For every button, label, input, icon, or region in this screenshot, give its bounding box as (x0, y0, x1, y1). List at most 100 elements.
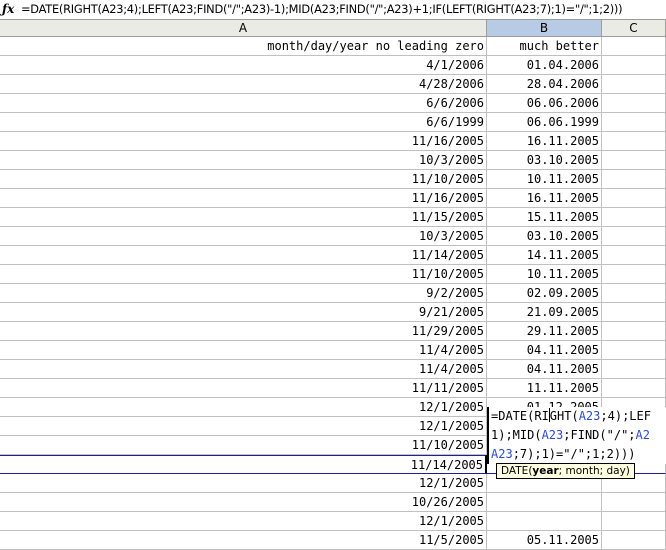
edit-text: ;4);LEF (600, 409, 651, 423)
cell-b[interactable]: 03.10.2005 (487, 227, 602, 246)
cell-a[interactable]: 11/29/2005 (0, 322, 487, 341)
cell-b[interactable] (487, 512, 602, 531)
cell-b[interactable]: 29.11.2005 (487, 322, 602, 341)
cell-c[interactable] (602, 322, 666, 341)
cell-c[interactable] (602, 246, 666, 265)
cell-a[interactable]: 11/4/2005 (0, 360, 487, 379)
cell-c[interactable] (602, 284, 666, 303)
cell-c[interactable] (602, 531, 666, 550)
cell-b[interactable]: 06.06.1999 (487, 113, 602, 132)
cell-c[interactable] (602, 170, 666, 189)
cell-a[interactable]: 11/11/2005 (0, 379, 487, 398)
cell-c[interactable] (602, 189, 666, 208)
cell-a[interactable]: 10/3/2005 (0, 151, 487, 170)
cell-a[interactable]: 11/5/2005 (0, 531, 487, 550)
edit-text: GHT( (549, 409, 579, 423)
cell-c[interactable] (602, 75, 666, 94)
cell-b[interactable]: 04.11.2005 (487, 341, 602, 360)
cell-b[interactable]: 05.11.2005 (487, 531, 602, 550)
cell-a[interactable]: 9/2/2005 (0, 284, 487, 303)
cell-a[interactable]: 10/3/2005 (0, 227, 487, 246)
cell-a[interactable]: 9/21/2005 (0, 303, 487, 322)
cell-c[interactable] (602, 208, 666, 227)
table-row: 9/2/2005 02.09.2005 (0, 284, 666, 303)
table-row: 11/16/2005 16.11.2005 (0, 189, 666, 208)
table-row: 6/6/1999 06.06.1999 (0, 113, 666, 132)
cell-c[interactable] (602, 303, 666, 322)
table-row: 11/4/2005 04.11.2005 (0, 360, 666, 379)
function-wizard-icon[interactable]: ƒx (2, 2, 16, 17)
table-row: month/day/year no leading zero much bette… (0, 37, 666, 56)
table-row: 11/14/2005 14.11.2005 (0, 246, 666, 265)
table-row: 4/1/2006 01.04.2006 (0, 56, 666, 75)
edit-line-2: 1);MID(A23;FIND("/";A2 (491, 426, 666, 445)
table-row: 4/28/2006 28.04.2006 (0, 75, 666, 94)
cell-c[interactable] (602, 379, 666, 398)
cell-a[interactable]: 12/1/2005 (0, 398, 487, 417)
cell-c[interactable] (602, 512, 666, 531)
edit-text: 1);MID( (491, 428, 542, 442)
cell-c[interactable] (602, 227, 666, 246)
column-header-a[interactable]: A (0, 20, 487, 37)
cell-c[interactable] (602, 113, 666, 132)
cell-b[interactable]: much better (487, 37, 602, 56)
cell-b[interactable]: 28.04.2006 (487, 75, 602, 94)
cell-a[interactable]: 12/1/2005 (0, 417, 487, 436)
table-row: 11/29/2005 29.11.2005 (0, 322, 666, 341)
cell-reference: A23 (491, 447, 513, 461)
cell-a[interactable]: 11/14/2005 (0, 455, 487, 474)
cell-a[interactable]: 11/16/2005 (0, 132, 487, 151)
formula-input[interactable]: =DATE(RIGHT(A23;4);LEFT(A23;FIND("/";A23… (21, 0, 623, 19)
cell-b[interactable]: 04.11.2005 (487, 360, 602, 379)
cell-a[interactable]: 11/16/2005 (0, 189, 487, 208)
cell-b[interactable]: 21.09.2005 (487, 303, 602, 322)
tooltip-text: ; month; day) (558, 465, 630, 477)
table-row: 9/21/2005 21.09.2005 (0, 303, 666, 322)
cell-c[interactable] (602, 56, 666, 75)
column-header-b[interactable]: B (487, 20, 602, 37)
table-row: 12/1/2005 (0, 512, 666, 531)
cell-c[interactable] (602, 94, 666, 113)
cell-a[interactable]: 4/28/2006 (0, 75, 487, 94)
edit-line-3: A23;7);1)="/";1;2))) (491, 445, 666, 464)
table-row: 11/15/2005 15.11.2005 (0, 208, 666, 227)
edit-text: ;FIND("/"; (563, 428, 636, 442)
cell-a[interactable]: 12/1/2005 (0, 474, 487, 493)
table-row: 11/10/200510.11.2005 (0, 265, 666, 284)
cell-a[interactable]: 4/1/2006 (0, 56, 487, 75)
column-header-c[interactable]: C (602, 20, 666, 37)
cell-c[interactable] (602, 132, 666, 151)
cell-reference: A2 (635, 428, 650, 442)
cell-a[interactable]: 11/10/2005 (0, 265, 487, 284)
cell-b[interactable]: 06.06.2006 (487, 94, 602, 113)
cell-a[interactable]: 11/14/2005 (0, 246, 487, 265)
cell-c[interactable] (602, 37, 666, 56)
cell-a[interactable]: 12/1/2005 (0, 512, 487, 531)
function-tooltip: DATE(year; month; day) (496, 463, 635, 479)
cell-b[interactable]: 01.04.2006 (487, 56, 602, 75)
cell-b[interactable]: 03.10.2005 (487, 151, 602, 170)
cell-a[interactable]: 11/10/2005 (0, 170, 487, 189)
cell-c[interactable] (602, 360, 666, 379)
cell-b[interactable]: 14.11.2005 (487, 246, 602, 265)
cell-c[interactable] (602, 151, 666, 170)
cell-a[interactable]: 11/10/2005 (0, 436, 487, 455)
cell-a[interactable]: 11/15/2005 (0, 208, 487, 227)
cell-b[interactable]: 16.11.2005 (487, 132, 602, 151)
cell-a[interactable]: month/day/year no leading zero (0, 37, 487, 56)
cell-edit-box[interactable]: =DATE(RIGHT(A23;4);LEF 1);MID(A23;FIND("… (487, 407, 666, 464)
cell-b[interactable]: 10.11.2005 (487, 265, 602, 284)
cell-b[interactable]: 10.11.2005 (487, 170, 602, 189)
table-row: 6/6/2006 06.06.2006 (0, 94, 666, 113)
cell-b[interactable]: 15.11.2005 (487, 208, 602, 227)
cell-a[interactable]: 6/6/2006 (0, 94, 487, 113)
tooltip-text: DATE( (501, 465, 533, 477)
cell-b[interactable]: 16.11.2005 (487, 189, 602, 208)
table-row: 10/3/2005 03.10.2005 (0, 151, 666, 170)
cell-b[interactable]: 11.11.2005 (487, 379, 602, 398)
cell-a[interactable]: 6/6/1999 (0, 113, 487, 132)
cell-a[interactable]: 11/4/2005 (0, 341, 487, 360)
cell-c[interactable] (602, 341, 666, 360)
cell-c[interactable] (602, 265, 666, 284)
cell-b[interactable]: 02.09.2005 (487, 284, 602, 303)
